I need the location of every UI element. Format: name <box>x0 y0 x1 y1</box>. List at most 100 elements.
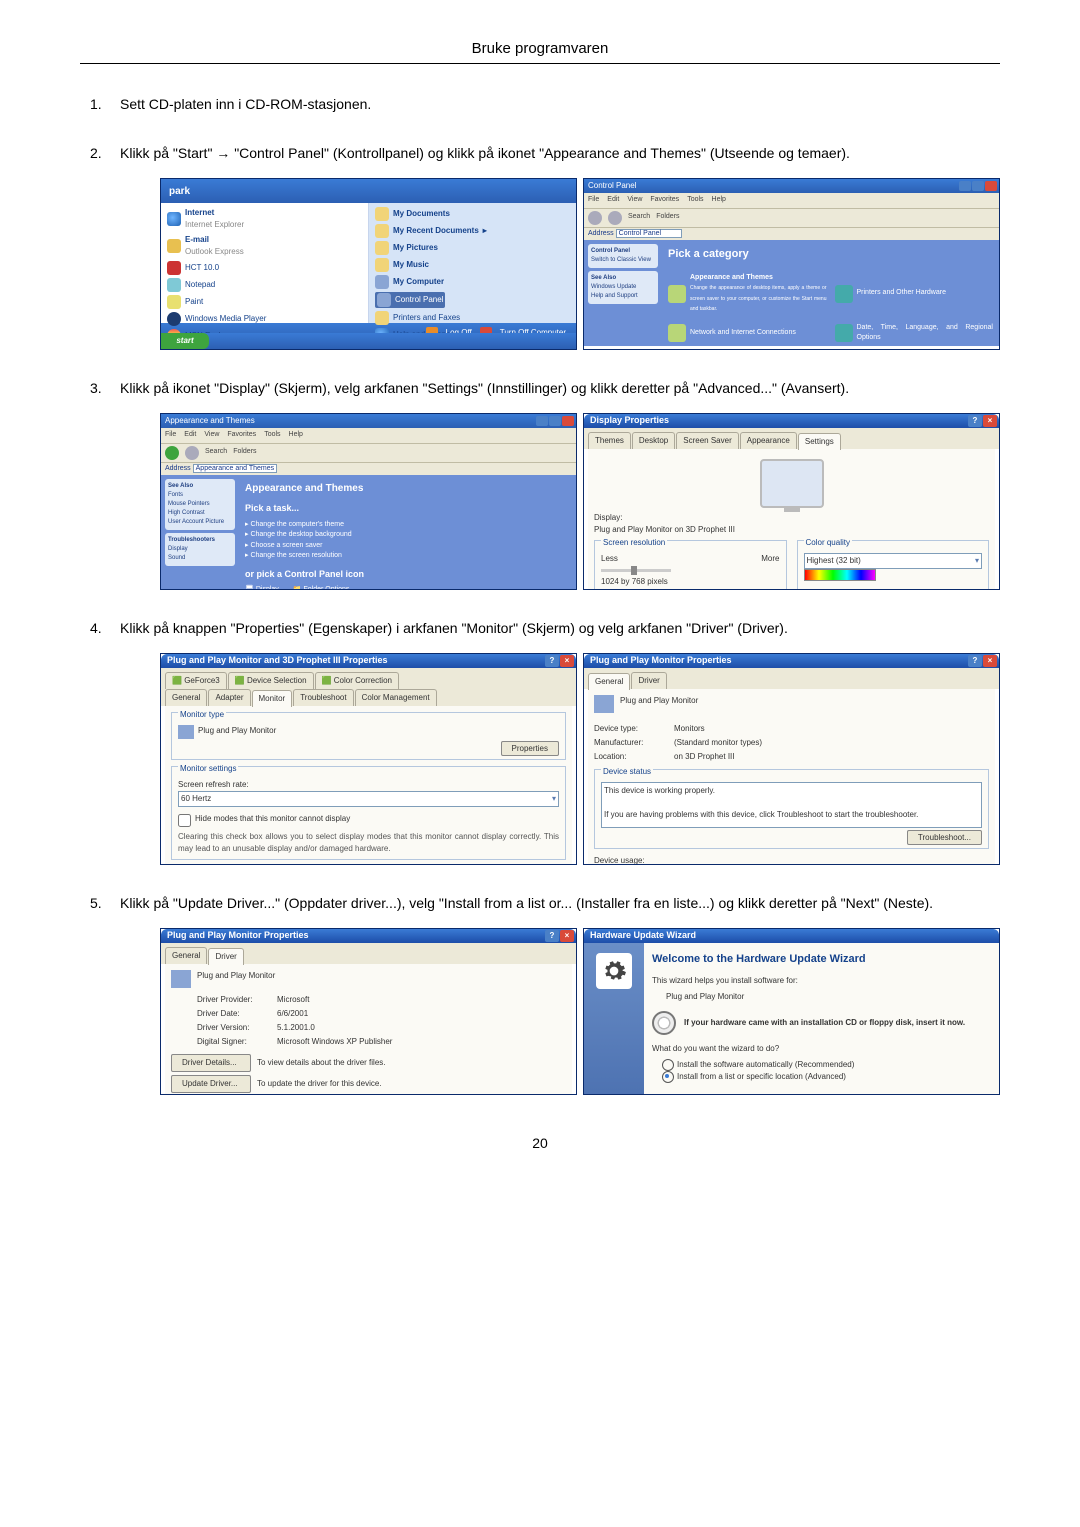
menu-help[interactable]: Help <box>289 430 303 441</box>
minimize-icon[interactable] <box>536 416 548 426</box>
maximize-icon[interactable] <box>972 181 984 191</box>
startmenu-wmp[interactable]: Windows Media Player <box>167 312 362 326</box>
menu-file[interactable]: File <box>165 430 176 441</box>
menu-favorites[interactable]: Favorites <box>227 430 256 441</box>
startmenu-email[interactable]: E-mailOutlook Express <box>167 234 362 258</box>
help-icon[interactable]: ? <box>968 415 982 427</box>
tab-themes[interactable]: Themes <box>588 432 631 449</box>
toolbar-folders[interactable]: Folders <box>233 447 256 458</box>
res-less: Less <box>601 553 618 565</box>
menu-tools[interactable]: Tools <box>264 430 280 441</box>
close-icon[interactable] <box>562 416 574 426</box>
startmenu-notepad[interactable]: Notepad <box>167 278 362 292</box>
task-screensaver[interactable]: ▸ Choose a screen saver <box>245 541 570 552</box>
tab-device-selection[interactable]: 🟩 Device Selection <box>228 672 314 689</box>
startmenu-paint[interactable]: Paint <box>167 295 362 309</box>
toolbar-search[interactable]: Search <box>628 212 650 223</box>
tab-desktop[interactable]: Desktop <box>632 432 675 449</box>
resolution-slider[interactable] <box>601 569 671 572</box>
menu-tools[interactable]: Tools <box>687 195 703 206</box>
menu-recent[interactable]: My Recent Documents ▸ <box>375 224 570 238</box>
close-icon[interactable]: × <box>560 655 574 667</box>
update-driver-button[interactable]: Update Driver... <box>171 1075 251 1093</box>
cat-appearance-themes[interactable]: Appearance and ThemesChange the appearan… <box>668 273 827 315</box>
menu-pictures[interactable]: My Pictures <box>375 241 570 255</box>
forward-button[interactable] <box>608 211 622 225</box>
menu-view[interactable]: View <box>204 430 219 441</box>
tab-color-correction[interactable]: 🟩 Color Correction <box>315 672 399 689</box>
close-icon[interactable] <box>985 181 997 191</box>
toolbar-search[interactable]: Search <box>205 447 227 458</box>
tab-monitor[interactable]: Monitor <box>252 690 293 707</box>
icon-folder-options[interactable]: 📁 Folder Options <box>293 585 350 590</box>
wiz-opt-list[interactable]: Install from a list or specific location… <box>662 1071 991 1083</box>
help-icon[interactable]: ? <box>545 655 559 667</box>
tab-adapter[interactable]: Adapter <box>208 689 250 706</box>
sidebar-windows-update[interactable]: Windows Update <box>591 283 655 292</box>
help-icon[interactable]: ? <box>545 930 559 942</box>
tab-color-management[interactable]: Color Management <box>355 689 437 706</box>
start-button[interactable]: start <box>161 333 209 349</box>
ap-ms-label: Monitor settings <box>178 763 238 775</box>
wiz-opt-auto[interactable]: Install the software automatically (Reco… <box>662 1059 991 1071</box>
side-ts-sound[interactable]: Sound <box>168 554 232 563</box>
maximize-icon[interactable] <box>549 416 561 426</box>
mp-loc-label: Location: <box>594 751 664 763</box>
close-icon[interactable]: × <box>983 655 997 667</box>
help-icon[interactable]: ? <box>968 655 982 667</box>
tab-screensaver[interactable]: Screen Saver <box>676 432 738 449</box>
tab-general[interactable]: General <box>588 673 630 690</box>
back-button[interactable] <box>165 446 179 460</box>
properties-button[interactable]: Properties <box>501 741 559 756</box>
menu-printers[interactable]: Printers and Faxes <box>375 311 570 325</box>
forward-button[interactable] <box>185 446 199 460</box>
close-icon[interactable]: × <box>560 930 574 942</box>
tab-driver[interactable]: Driver <box>208 948 243 965</box>
back-button[interactable] <box>588 211 602 225</box>
tab-appearance[interactable]: Appearance <box>740 432 797 449</box>
sidebar-help-support[interactable]: Help and Support <box>591 292 655 301</box>
task-background[interactable]: ▸ Change the desktop background <box>245 530 570 541</box>
cp-address-field[interactable]: Control Panel <box>616 229 682 238</box>
driver-details-button[interactable]: Driver Details... <box>171 1054 251 1072</box>
color-quality-select[interactable]: Highest (32 bit)▾ <box>804 553 983 569</box>
tab-driver[interactable]: Driver <box>631 672 666 689</box>
tab-general[interactable]: General <box>165 689 207 706</box>
menu-favorites[interactable]: Favorites <box>650 195 679 206</box>
side-mouse[interactable]: Mouse Pointers <box>168 500 232 509</box>
hide-modes-checkbox[interactable] <box>178 814 191 827</box>
menu-view[interactable]: View <box>627 195 642 206</box>
task-resolution[interactable]: ▸ Change the screen resolution <box>245 551 570 562</box>
minimize-icon[interactable] <box>959 181 971 191</box>
side-ts-display[interactable]: Display <box>168 545 232 554</box>
menu-control-panel[interactable]: Control Panel <box>375 292 445 308</box>
menu-file[interactable]: File <box>588 195 599 206</box>
at-address-field[interactable]: Appearance and Themes <box>193 464 277 473</box>
cat-network[interactable]: Network and Internet Connections <box>668 323 827 344</box>
task-theme[interactable]: ▸ Change the computer's theme <box>245 520 570 531</box>
menu-edit[interactable]: Edit <box>607 195 619 206</box>
menu-help[interactable]: Help <box>712 195 726 206</box>
screenshot-start-menu: park InternetInternet Explorer E-mailOut… <box>160 178 577 350</box>
startmenu-internet[interactable]: InternetInternet Explorer <box>167 207 362 231</box>
troubleshoot-button[interactable]: Troubleshoot... <box>907 830 982 845</box>
switch-classic-link[interactable]: Switch to Classic View <box>591 256 655 265</box>
menu-edit[interactable]: Edit <box>184 430 196 441</box>
menu-my-documents[interactable]: My Documents <box>375 207 570 221</box>
toolbar-folders[interactable]: Folders <box>656 212 679 223</box>
side-fonts[interactable]: Fonts <box>168 491 232 500</box>
side-contrast[interactable]: High Contrast <box>168 509 232 518</box>
tab-geforce3[interactable]: 🟩 GeForce3 <box>165 672 227 689</box>
menu-my-computer[interactable]: My Computer <box>375 275 570 289</box>
tab-settings[interactable]: Settings <box>798 433 841 450</box>
cat-printers[interactable]: Printers and Other Hardware <box>835 273 994 315</box>
menu-music[interactable]: My Music <box>375 258 570 272</box>
refresh-rate-select[interactable]: 60 Hertz▾ <box>178 791 559 807</box>
icon-display[interactable]: 🖥 Display <box>245 585 279 590</box>
tab-general[interactable]: General <box>165 947 207 964</box>
cat-date-time[interactable]: Date, Time, Language, and Regional Optio… <box>835 323 994 344</box>
side-wallpaper[interactable]: User Account Picture <box>168 518 232 527</box>
close-icon[interactable]: × <box>983 415 997 427</box>
tab-troubleshoot[interactable]: Troubleshoot <box>293 689 353 706</box>
startmenu-hct[interactable]: HCT 10.0 <box>167 261 362 275</box>
